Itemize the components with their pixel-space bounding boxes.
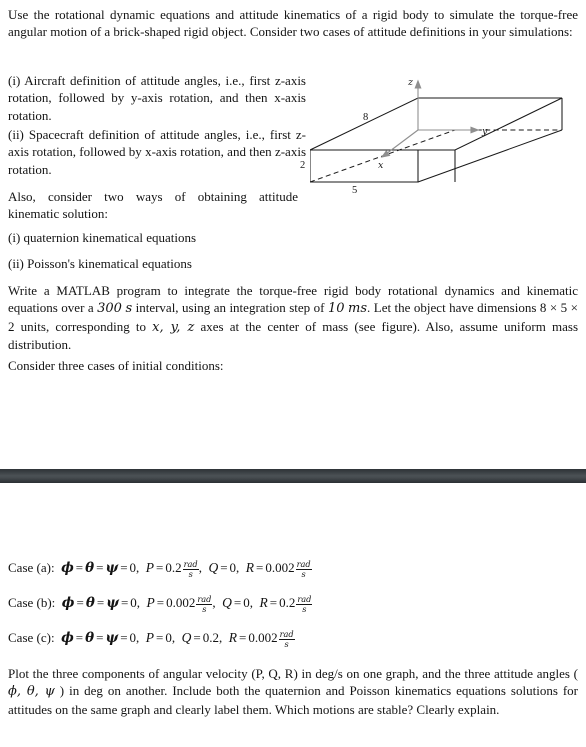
- axes-labels: x, y, z: [152, 319, 195, 335]
- case-c-R-value: 0.002: [248, 630, 278, 645]
- paragraph-poisson-item: (ii) Poisson's kinematical equations: [8, 256, 192, 271]
- case-a-line: Case (a): ϕ = θ = ψ = 0, P = 0.2 rad s, Q = 0, R = 0.0…: [8, 559, 312, 580]
- figure-axis-x-label: x: [378, 160, 384, 171]
- step-unit: ms: [348, 301, 368, 317]
- case-c-theta: θ: [85, 630, 95, 646]
- case-c-R-symbol: R: [228, 630, 237, 645]
- brick-figure: 8 5 2 z y x: [310, 72, 586, 194]
- case-b-P-value: 0.002: [166, 595, 196, 610]
- figure-axis-y-label: y: [481, 126, 488, 137]
- case-c-psi: ψ: [105, 630, 119, 646]
- paragraph-matlab-task: Write a MATLAB program to integrate the …: [8, 282, 578, 354]
- paragraph-aircraft-definition: (i) Aircraft definition of attitude angl…: [8, 73, 306, 123]
- section-divider-bar: [0, 469, 586, 483]
- figure-label-length: 8: [363, 112, 368, 123]
- plot-text-b: ) in deg on another. Include both the qu…: [8, 683, 578, 717]
- case-b-R-unit: rad s: [296, 594, 313, 615]
- case-b-R-value: 0.2: [279, 595, 296, 610]
- case-a-theta: θ: [85, 560, 95, 576]
- case-c-P-symbol: P: [145, 630, 155, 645]
- paragraph-plot-instructions: Plot the three components of angular vel…: [8, 665, 578, 718]
- case-c-Q-symbol: Q: [181, 630, 192, 645]
- case-a-Q-symbol: Q: [208, 560, 219, 575]
- case-b-line: Case (b): ϕ = θ = ψ = 0, P = 0.002 rad s, Q = 0, R = 0…: [8, 594, 313, 615]
- case-a-R-value: 0.002: [265, 560, 295, 575]
- case-c-phi: ϕ: [61, 630, 74, 646]
- plot-angle-symbols: ϕ, θ, ψ: [8, 684, 55, 700]
- matlab-text-c: . Let the object have dimensions: [367, 300, 540, 316]
- case-b-P-symbol: P: [146, 595, 155, 610]
- step-value: 10: [327, 301, 345, 317]
- case-a-label: Case (a):: [8, 560, 55, 575]
- case-b-theta: θ: [85, 595, 95, 611]
- paragraph-spacecraft-definition: (ii) Spacecraft definition of attitude a…: [8, 127, 306, 177]
- case-b-R-symbol: R: [259, 595, 268, 610]
- case-b-label: Case (b):: [8, 595, 56, 610]
- figure-axis-z-label: z: [407, 77, 414, 88]
- figure-label-height-outer: 2: [300, 160, 306, 171]
- matlab-text-d: units, corresponding to: [14, 318, 153, 334]
- matlab-text-b: interval, using an integration step of: [132, 300, 328, 316]
- document-page: Use the rotational dynamic equations and…: [0, 0, 586, 747]
- case-a-P-value: 0.2: [165, 560, 182, 575]
- case-a-phi: ϕ: [61, 560, 74, 576]
- figure-label-width: 5: [352, 185, 357, 194]
- paragraph-also-consider: Also, consider two ways of obtaining att…: [8, 189, 298, 222]
- case-a-P-symbol: P: [145, 560, 155, 575]
- interval-value: 300: [97, 301, 122, 317]
- case-a-psi: ψ: [105, 560, 119, 576]
- case-b-phi: ϕ: [61, 595, 75, 611]
- case-a-P-unit: rad s: [182, 559, 199, 580]
- case-b-Q-symbol: Q: [222, 595, 232, 610]
- paragraph-intro: Use the rotational dynamic equations and…: [8, 7, 578, 40]
- case-b-P-unit: rad s: [196, 594, 213, 615]
- case-a-R-symbol: R: [245, 560, 255, 575]
- case-c-R-unit: rad s: [278, 629, 295, 650]
- case-c-label: Case (c):: [8, 630, 55, 645]
- paragraph-consider-cases: Consider three cases of initial conditio…: [8, 358, 224, 373]
- case-b-psi: ψ: [106, 595, 119, 611]
- plot-text-a: Plot the three components of angular vel…: [8, 666, 578, 681]
- case-a-R-unit: rad s: [295, 559, 312, 580]
- case-c-line: Case (c): ϕ = θ = ψ = 0, P = 0, Q = 0.2, R = 0.002 ra…: [8, 629, 295, 650]
- paragraph-quaternion-item: (i) quaternion kinematical equations: [8, 230, 197, 245]
- case-c-Q-value: 0.2: [202, 630, 219, 645]
